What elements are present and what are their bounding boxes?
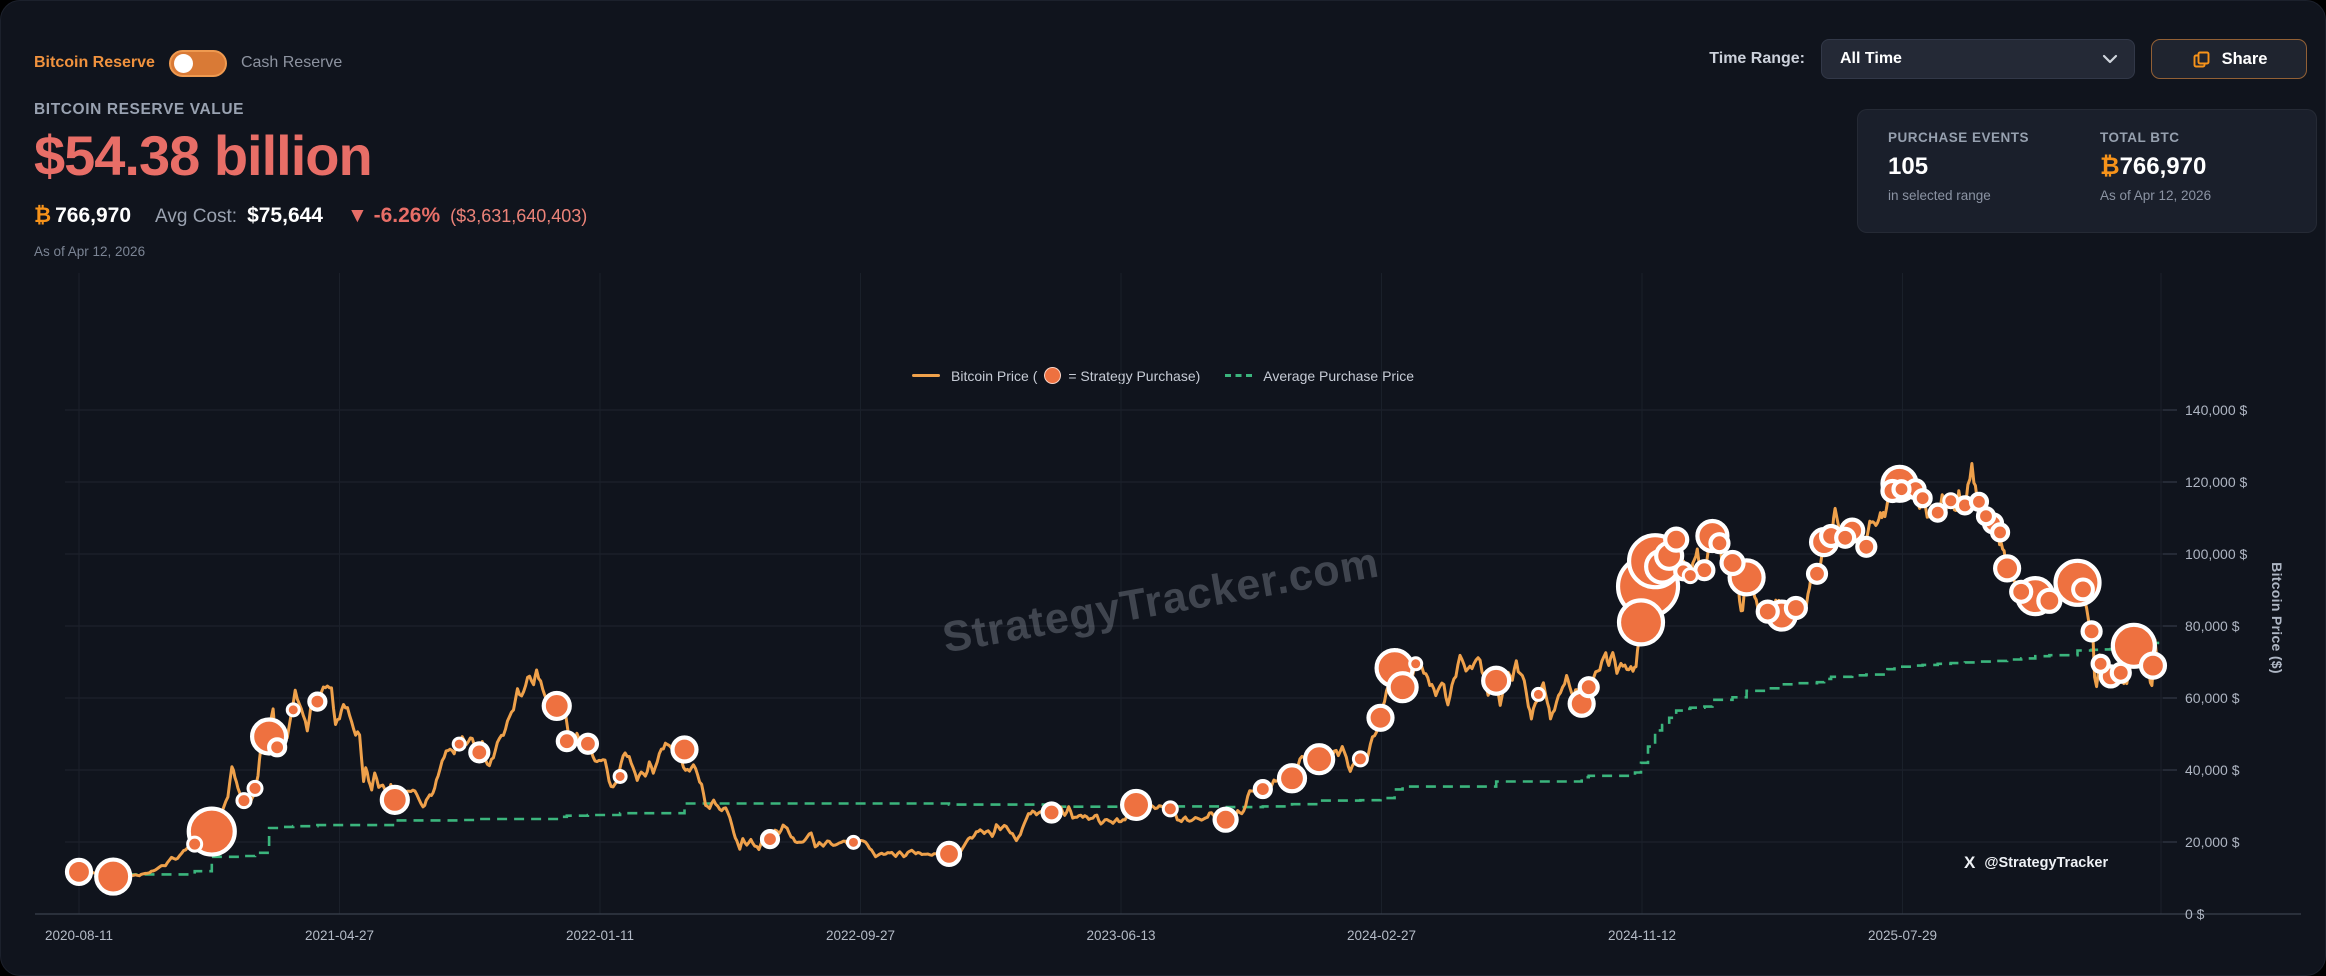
purchase-bubble [762,831,778,847]
purchase-bubble [1894,481,1910,497]
purchase-bubble [1808,565,1826,583]
purchase-bubble [614,770,626,782]
purchase-bubble [1786,598,1806,618]
handle-text: @StrategyTracker [1984,855,2108,871]
x-axis-tick-label: 2023-06-13 [1086,928,1155,943]
purchase-bubble [1619,600,1663,644]
purchase-bubble [1857,538,1875,556]
purchase-bubble [287,704,299,716]
purchase-bubble [2038,590,2060,612]
x-axis-tick-label: 2022-01-11 [566,928,634,943]
purchase-bubble [1722,552,1744,574]
y-axis-tick-label: 140,000 $ [2185,402,2247,418]
purchase-bubble [2083,622,2101,640]
purchase-bubble [1215,809,1237,831]
purchase-bubble [1683,569,1697,583]
x-logo-icon: X [1964,853,1975,873]
purchase-bubble [248,781,262,795]
bitcoin-reserve-dashboard: Bitcoin Reserve Cash Reserve Time Range:… [0,0,2326,976]
purchase-bubble [1532,688,1544,700]
purchase-bubble [847,836,859,848]
x-axis-tick-label: 2022-09-27 [826,928,895,943]
purchase-bubble [237,794,251,808]
y-axis-tick-label: 0 $ [2185,906,2204,922]
purchase-bubble [1580,678,1598,696]
purchase-bubble [2112,664,2130,682]
purchase-bubble [938,843,960,865]
purchase-bubble [1279,765,1305,791]
purchase-bubble [269,739,285,755]
purchase-bubble [2093,656,2109,672]
bitcoin-price-chart[interactable] [1,1,2326,976]
y-axis-title: Bitcoin Price ($) [2269,562,2285,674]
y-axis-tick-label: 40,000 $ [2185,762,2240,778]
purchase-bubble [1163,802,1177,816]
purchase-bubble [1305,745,1333,773]
purchase-bubble [382,787,408,813]
purchase-bubble [1410,658,1422,670]
purchase-bubble [1836,529,1854,547]
purchase-bubble [1353,752,1367,766]
purchase-bubble [309,694,325,710]
purchase-bubble [67,860,91,884]
purchase-bubble [1915,490,1931,506]
twitter-handle: X @StrategyTracker [1964,853,2108,873]
purchase-bubble [1483,668,1509,694]
purchase-bubble [558,732,576,750]
y-axis-tick-label: 120,000 $ [2185,474,2247,490]
purchase-bubble [2141,654,2165,678]
y-axis-tick-label: 100,000 $ [2185,546,2247,562]
purchase-bubble [672,737,696,761]
purchase-bubble [544,693,570,719]
purchase-bubble [453,738,465,750]
x-axis-tick-label: 2021-04-27 [305,928,374,943]
purchase-bubble [1710,534,1728,552]
purchase-bubble [1992,524,2008,540]
x-axis-tick-label: 2024-02-27 [1347,928,1416,943]
y-axis-tick-label: 80,000 $ [2185,618,2240,634]
purchase-bubble [1944,494,1958,508]
purchase-bubble [1758,602,1778,622]
purchase-bubble [1665,529,1687,551]
purchase-bubble [1255,781,1271,797]
purchase-bubble [1369,706,1393,730]
x-axis-tick-label: 2020-08-11 [45,928,113,943]
purchase-bubble [470,743,488,761]
x-axis-tick-label: 2024-11-12 [1608,928,1676,943]
purchase-bubble [579,735,597,753]
purchase-bubble [1389,673,1417,701]
purchase-bubble [2011,582,2031,602]
y-axis-tick-label: 20,000 $ [2185,834,2240,850]
purchase-bubble [188,837,202,851]
y-axis-tick-label: 60,000 $ [2185,690,2240,706]
purchase-bubble [1122,791,1150,819]
purchase-bubble [1043,803,1061,821]
x-axis-tick-label: 2025-07-29 [1868,928,1937,943]
purchase-bubble [1930,505,1946,521]
purchase-bubble [1978,508,1994,524]
purchase-bubble [1995,556,2019,580]
purchase-bubble [96,860,130,894]
